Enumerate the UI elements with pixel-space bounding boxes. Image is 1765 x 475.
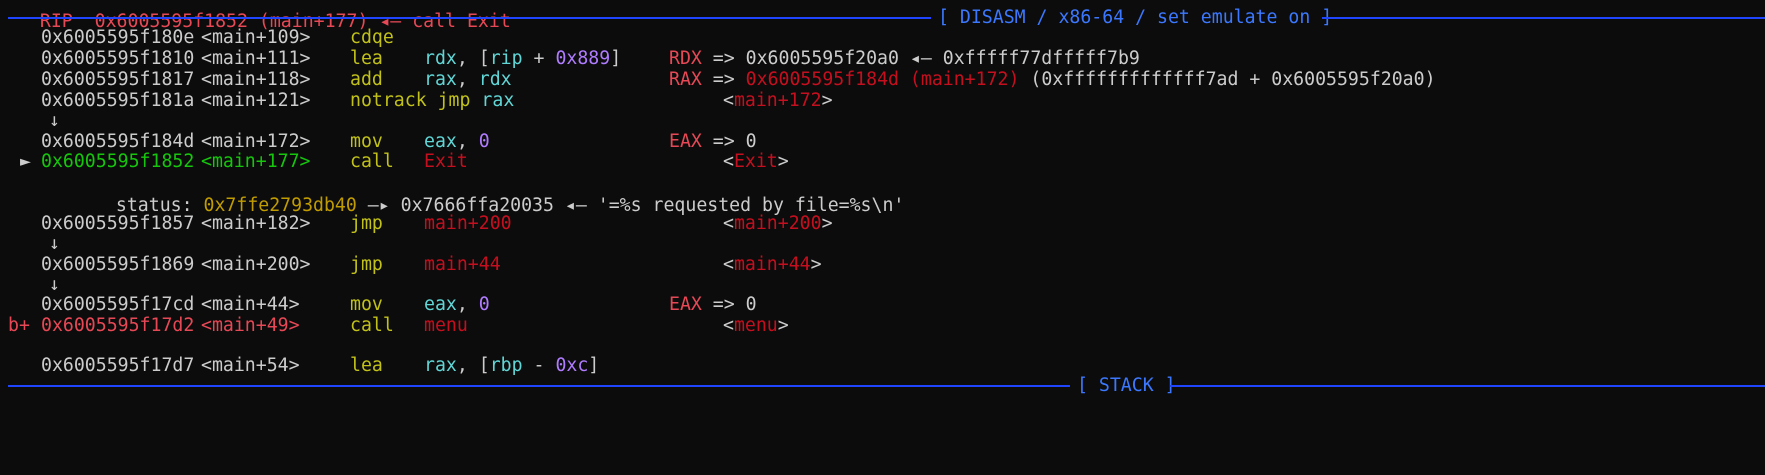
stack-separator: [ STACK ] [0, 374, 1765, 397]
separator-line-left [8, 17, 931, 19]
instr-comment: <menu> [723, 315, 789, 336]
instr-symbol: <main+200> [201, 254, 311, 275]
instr-address: 0x6005595f181a [41, 90, 195, 111]
instr-comment: <main+200> [723, 213, 833, 234]
instr-mnemonic: notrack jmp rax [350, 90, 515, 111]
disasm-row[interactable]: 0x6005595f181a <main+121> notrack jmp ra… [0, 89, 1765, 112]
instr-symbol: <main+111> [201, 48, 311, 69]
instr-operands: main+200 [424, 213, 512, 234]
instr-comment: RDX => 0x6005595f20a0 ◂— 0xfffff77dfffff… [669, 48, 1140, 69]
stack-header: [ STACK ] [1077, 375, 1176, 396]
disasm-row[interactable]: 0x6005595f1817 <main+118> add rax, rdx R… [0, 68, 1765, 91]
separator-line-right [1322, 17, 1765, 19]
disasm-row[interactable]: 0x6005595f180e <main+109> cdqe [0, 26, 1765, 49]
instr-symbol: <main+177> [201, 151, 311, 172]
jump-arrow-icon: ↓ [49, 110, 60, 131]
instr-operands: rdx, [rip + 0x889] [424, 48, 622, 69]
instr-address: 0x6005595f17cd [41, 294, 195, 315]
instr-symbol: <main+109> [201, 27, 311, 48]
instr-mnemonic: jmp [350, 254, 383, 275]
call-arg-status: status: 0x7ffe2793db40 —▸ 0x7666ffa20035… [94, 171, 904, 216]
instr-operands: rax, rdx [424, 69, 512, 90]
instr-symbol: <main+49> [201, 315, 300, 336]
disasm-row[interactable]: 0x6005595f17cd <main+44> mov eax, 0 EAX … [0, 293, 1765, 316]
instr-mnemonic: call [350, 151, 394, 172]
instr-mnemonic: jmp [350, 213, 383, 234]
instr-mnemonic: cdqe [350, 27, 394, 48]
instr-address: 0x6005595f17d2 [41, 315, 195, 336]
instr-symbol: <main+182> [201, 213, 311, 234]
jump-arrow-icon: ↓ [49, 233, 60, 254]
disasm-row[interactable]: 0x6005595f1810 <main+111> lea rdx, [rip … [0, 47, 1765, 70]
instr-comment: <Exit> [723, 151, 789, 172]
instr-mnemonic: add [350, 69, 383, 90]
breakpoint-marker: b+ [8, 315, 30, 336]
instr-address: 0x6005595f1857 [41, 213, 195, 234]
instr-symbol: <main+121> [201, 90, 311, 111]
instr-mnemonic: mov [350, 294, 383, 315]
breakpoint-row[interactable]: b+ 0x6005595f17d2 <main+49> call menu <m… [0, 314, 1765, 337]
separator-line-right [1170, 385, 1765, 387]
instr-operands: Exit [424, 151, 468, 172]
instr-mnemonic: lea [350, 48, 383, 69]
instr-mnemonic: call [350, 315, 394, 336]
disasm-row[interactable]: 0x6005595f1857 <main+182> jmp main+200 <… [0, 212, 1765, 235]
instr-symbol: <main+118> [201, 69, 311, 90]
instr-operands: main+44 [424, 254, 501, 275]
disasm-row[interactable]: 0x6005595f1869 <main+200> jmp main+44 <m… [0, 253, 1765, 276]
instr-comment: RAX => 0x6005595f184d (main+172) (0xffff… [669, 69, 1436, 90]
instr-operands: menu [424, 315, 468, 336]
instr-symbol: <main+44> [201, 294, 300, 315]
separator-line-left [8, 385, 1070, 387]
instr-address: 0x6005595f1852 [41, 151, 195, 172]
instr-comment: <main+44> [723, 254, 822, 275]
instr-operands: eax, 0 [424, 294, 490, 315]
current-pointer-icon: ► [20, 151, 31, 172]
instr-address: 0x6005595f180e [41, 27, 195, 48]
instr-address: 0x6005595f1817 [41, 69, 195, 90]
current-instruction-row[interactable]: ► 0x6005595f1852 <main+177> call Exit <E… [0, 150, 1765, 173]
instr-address: 0x6005595f1869 [41, 254, 195, 275]
instr-comment: <main+172> [723, 90, 833, 111]
instr-comment: EAX => 0 [669, 294, 757, 315]
instr-address: 0x6005595f1810 [41, 48, 195, 69]
